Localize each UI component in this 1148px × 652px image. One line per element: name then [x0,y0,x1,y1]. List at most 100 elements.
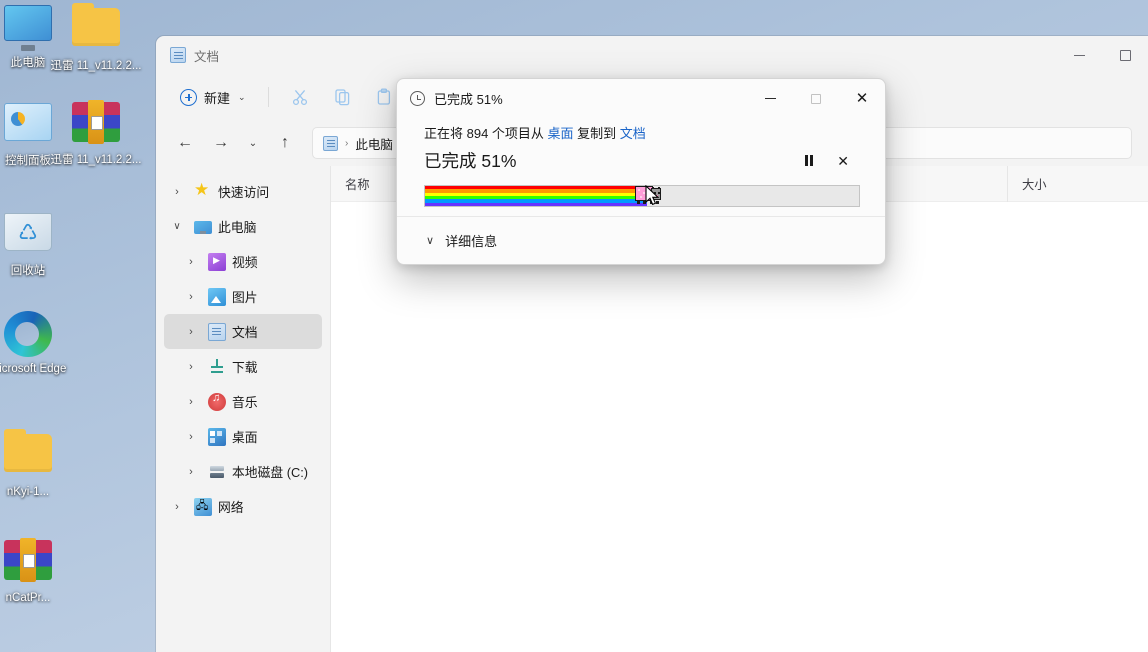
desktop-icon-xunlei-rar[interactable]: 迅雷 11_v11.2.2... [44,98,148,167]
copy-message-middle: 复制到 [573,126,620,141]
download-icon [208,358,226,376]
music-icon [208,392,226,411]
chevron-right-icon[interactable]: › [180,396,202,408]
rainbow-trail [425,186,647,206]
minimize-button[interactable] [1056,36,1102,74]
disk-drive-icon [208,463,226,481]
sidebar-item-videos[interactable]: › 视频 [164,244,322,279]
up-button[interactable]: ↑ [268,127,302,159]
plus-icon [180,88,197,106]
desktop-icon [208,427,226,446]
maximize-button[interactable] [1102,36,1148,74]
desktop-icon-nkyi-folder[interactable]: nKyi-1... [0,428,80,499]
desktop: 此电脑 迅雷 11_v11.2.2... 控制面板 迅雷 11_v11.2.2.… [0,0,1148,652]
winrar-archive-icon [4,538,52,588]
forward-button[interactable]: → [204,127,238,159]
dialog-close-button[interactable]: ✕ [839,79,885,118]
explorer-titlebar[interactable]: 文档 [156,36,1148,74]
chevron-down-icon[interactable]: ∨ [166,221,188,232]
chevron-right-icon[interactable]: › [166,501,188,513]
recent-locations-button[interactable]: ⌄ [240,127,266,159]
chevron-right-icon[interactable]: › [180,431,202,443]
winrar-archive-icon [72,100,120,150]
sidebar-item-pictures[interactable]: › 图片 [164,279,322,314]
dialog-titlebar[interactable]: 已完成 51% ✕ [397,79,885,118]
desktop-icon-nyancat-rar[interactable]: nCatPr... [0,536,80,605]
desktop-icon-label: 迅雷 11_v11.2.2... [50,154,142,166]
chevron-right-icon[interactable]: › [166,186,188,198]
sidebar-item-label: 音乐 [232,395,258,410]
dialog-body: 正在将 894 个项目从 桌面 复制到 文档 已完成 51% ✕ [397,118,885,207]
sidebar-item-music[interactable]: › 音乐 [164,384,322,419]
sidebar-item-label: 网络 [218,500,244,515]
computer-icon [194,221,212,234]
sidebar-item-label: 视频 [232,255,258,270]
breadcrumb-path[interactable]: 此电脑 [355,134,393,153]
desktop-icon-label: 回收站 [10,265,46,277]
copy-message-prefix: 正在将 894 个项目从 [424,126,548,141]
sidebar-item-label: 下载 [232,360,258,375]
new-button-label: 新建 [204,90,231,106]
sidebar-item-label: 文档 [232,325,258,340]
sidebar-item-this-pc[interactable]: ∨ 此电脑 [164,209,322,244]
minimize-icon [1073,54,1085,56]
nyan-cat-icon [633,183,663,209]
chevron-down-icon: ∨ [426,235,435,247]
documents-icon [323,135,338,151]
sidebar-item-label: 快速访问 [218,185,270,200]
chevron-right-icon[interactable]: › [180,326,202,338]
sidebar-item-label: 图片 [232,290,258,305]
sidebar-item-documents[interactable]: › 文档 [164,314,322,349]
navigation-pane[interactable]: › 快速访问 ∨ 此电脑 › 视频 › 图片 [156,166,330,652]
cut-icon [292,89,307,106]
progress-row: 已完成 51% ✕ [424,148,858,173]
back-button[interactable]: ← [168,127,202,159]
desktop-icon-grid: 此电脑 迅雷 11_v11.2.2... 控制面板 迅雷 11_v11.2.2.… [0,0,156,652]
clock-icon [410,91,425,106]
explorer-window-controls[interactable] [1056,36,1148,74]
destination-link[interactable]: 文档 [620,126,646,141]
folder-icon [4,429,52,482]
dialog-window-controls[interactable]: ✕ [747,79,885,118]
desktop-icon-xunlei-folder[interactable]: 迅雷 11_v11.2.2... [44,2,148,73]
desktop-icon-microsoft-edge[interactable]: Microsoft Edge [0,310,80,376]
desktop-icon-recycle-bin[interactable]: 回收站 [0,208,80,278]
chevron-right-icon[interactable]: › [180,361,202,373]
copy-message: 正在将 894 个项目从 桌面 复制到 文档 [424,123,858,142]
sidebar-item-desktop[interactable]: › 桌面 [164,419,322,454]
close-icon: ✕ [855,90,869,107]
details-label[interactable]: 详细信息 [445,231,497,250]
desktop-icon-label: Microsoft Edge [0,363,67,375]
sidebar-item-downloads[interactable]: › 下载 [164,349,322,384]
column-header-size[interactable]: 大小 [1007,165,1105,202]
chevron-right-icon[interactable]: › [180,466,202,478]
chevron-down-icon: ⌄ [238,91,246,102]
folder-icon [72,3,120,56]
cut-button[interactable] [281,81,319,113]
minimize-icon [764,98,776,99]
desktop-icon-label: nCatPr... [5,592,51,604]
dialog-title: 已完成 51% [434,92,503,107]
source-link[interactable]: 桌面 [548,126,574,141]
recycle-bin-icon [4,213,52,261]
new-button[interactable]: 新建 ⌄ [170,82,256,113]
video-icon [208,252,226,271]
chevron-right-icon[interactable]: › [180,291,202,303]
sidebar-item-label: 桌面 [232,430,258,445]
dialog-actions[interactable]: ✕ [804,154,858,168]
chevron-right-icon[interactable]: › [180,256,202,268]
maximize-icon [811,93,821,104]
dialog-minimize-button[interactable] [747,79,793,118]
sidebar-item-quick-access[interactable]: › 快速访问 [164,174,322,209]
progress-percent-label: 已完成 51% [424,151,517,171]
network-icon [194,497,212,516]
details-section[interactable]: ∨ 详细信息 [397,216,885,264]
copy-progress-dialog[interactable]: 已完成 51% ✕ 正在将 894 个项目从 桌面 复制到 文档 已完成 51%… [396,78,886,265]
sidebar-item-network[interactable]: › 网络 [164,489,322,524]
maximize-icon [1119,49,1131,61]
pause-button[interactable] [804,155,814,166]
dialog-maximize-button[interactable] [793,79,839,118]
copy-button[interactable] [323,81,361,113]
cancel-button[interactable]: ✕ [837,154,849,168]
sidebar-item-local-disk-c[interactable]: › 本地磁盘 (C:) [164,454,322,489]
